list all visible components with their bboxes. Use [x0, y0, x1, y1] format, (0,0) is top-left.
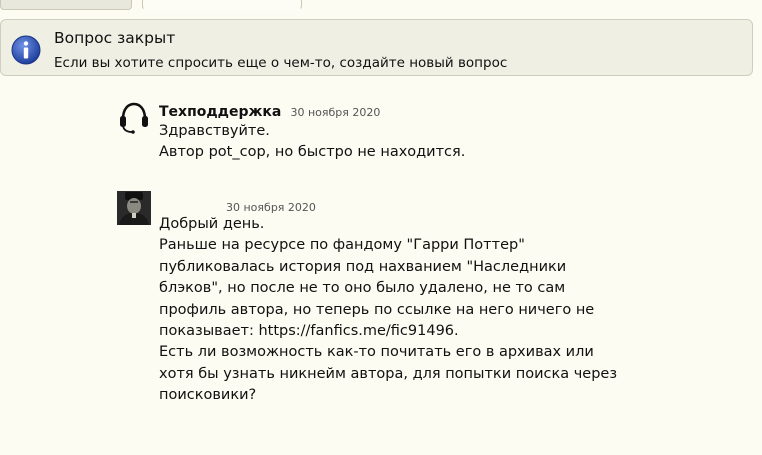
- message-line: показывает: https://fanfics.me/fic91496.: [159, 323, 459, 340]
- notice-title: Вопрос закрыт: [54, 29, 176, 47]
- message-header: Техподдержка 30 ноября 2020: [159, 101, 380, 120]
- tab-inactive[interactable]: [0, 0, 132, 10]
- message-line: поисковики?: [159, 387, 257, 404]
- message-line: хотя бы узнать никнейм автора, для попыт…: [159, 365, 618, 382]
- message-header: 30 ноября 2020: [222, 196, 316, 215]
- message-date: 30 ноября 2020: [226, 201, 316, 214]
- message-line: Есть ли возможность как-то почитать его …: [159, 344, 594, 361]
- notice-text: Если вы хотите спросить еще о чем-то, со…: [54, 55, 508, 71]
- message-line: Автор pot_cop, но быстро не находится.: [159, 144, 466, 161]
- message-line: блэков", но после не то оно было удалено…: [159, 280, 566, 297]
- message-date: 30 ноября 2020: [290, 106, 381, 119]
- message-line: публиковалась история под нахванием "Нас…: [159, 258, 567, 275]
- message-body: Здравствуйте. Автор pot_cop, но быстро н…: [159, 121, 465, 164]
- message-body: Добрый день. Раньше на ресурсе по фандом…: [159, 214, 617, 407]
- message-line: Раньше на ресурсе по фандому "Гарри Потт…: [159, 237, 525, 254]
- user-avatar[interactable]: [117, 191, 151, 225]
- author-name[interactable]: Техподдержка: [159, 104, 281, 120]
- question-closed-notice: Вопрос закрыт Если вы хотите спросить ещ…: [0, 19, 753, 76]
- message-line: профиль автора, но теперь по ссылке на н…: [159, 301, 595, 318]
- tab-active[interactable]: [142, 0, 302, 10]
- message-line: Здравствуйте.: [159, 123, 270, 139]
- headset-icon: [120, 102, 148, 134]
- info-icon: [11, 35, 41, 65]
- tab-strip: [0, 0, 762, 10]
- message-line: Добрый день.: [159, 216, 265, 232]
